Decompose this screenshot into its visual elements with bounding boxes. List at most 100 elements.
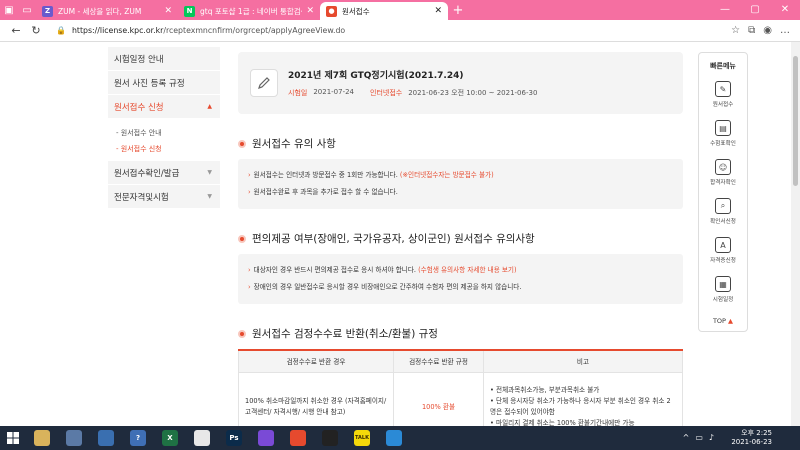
app-icon (194, 430, 210, 446)
taskbar-app[interactable] (186, 426, 218, 450)
sidebar-subitem-apply[interactable]: - 원서접수 신청 (116, 141, 220, 157)
clock-date: 2021-06-23 (731, 438, 772, 446)
close-tab-icon[interactable]: ✕ (164, 6, 172, 16)
reg-label: 인터넷접수 (370, 89, 403, 97)
close-window-button[interactable]: ✕ (770, 0, 800, 20)
taskbar-app[interactable] (250, 426, 282, 450)
tab-actions-icon[interactable]: ▭ (18, 0, 36, 20)
url-field[interactable]: 🔒 https://license.kpc.or.kr /rceptexmncn… (56, 26, 731, 35)
quick-menu-label: 합격자확인 (710, 180, 736, 186)
quick-menu-label: 확인서신청 (710, 219, 736, 225)
quick-menu-item[interactable]: ☺ 합격자확인 (699, 153, 747, 192)
table-header: 검정수수료 반환 경우 (238, 349, 394, 373)
top-button[interactable]: TOP ▲ (699, 309, 747, 325)
app-icon (98, 430, 114, 446)
left-menu: 시험일정 안내 원서 사진 등록 규정 원서접수 신청 ▲ - 원서접수 안내 -… (108, 47, 220, 209)
taskbar-app[interactable] (26, 426, 58, 450)
taskbar-app[interactable]: Ps (218, 426, 250, 450)
taskbar-app[interactable] (314, 426, 346, 450)
close-tab-icon[interactable]: ✕ (306, 6, 314, 16)
close-tab-icon[interactable]: ✕ (434, 6, 442, 16)
tab-label: ZUM - 세상을 읽다, ZUM (58, 6, 142, 16)
network-icon[interactable]: ▭ (695, 433, 703, 442)
system-tray: ^ ▭ ♪ (683, 433, 714, 442)
app-icon (386, 430, 402, 446)
taskbar-app[interactable] (58, 426, 90, 450)
sidebar-submenu: - 원서접수 안내 - 원서접수 신청 (108, 119, 220, 161)
tab-label: gtq 포토샵 1급 : 네이버 통합검색 (200, 6, 303, 16)
lock-icon: 🔒 (56, 26, 66, 35)
quick-menu-item[interactable]: A 자격증신청 (699, 231, 747, 270)
quick-menu-label: 수험표확인 (710, 141, 736, 147)
taskbar-app[interactable]: ? (122, 426, 154, 450)
reg-period: 2021-06-23 오전 10:00 ~ 2021-06-30 (408, 89, 538, 97)
windows-icon (7, 432, 19, 444)
profile-icon[interactable]: ◉ (763, 25, 772, 36)
volume-icon[interactable]: ♪ (709, 433, 714, 442)
quick-menu-item[interactable]: ⌕ 확인서신청 (699, 192, 747, 231)
sidebar-item-schedule[interactable]: 시험일정 안내 (108, 47, 220, 71)
quick-menu-icon: ✎ (715, 81, 731, 97)
start-button[interactable] (0, 426, 26, 450)
scrollbar-thumb[interactable] (793, 56, 798, 186)
taskbar-app[interactable]: TALK (346, 426, 378, 450)
address-bar: ← ↻ 🔒 https://license.kpc.or.kr /rceptex… (0, 20, 800, 42)
app-icon: X (162, 430, 178, 446)
minimize-button[interactable]: — (710, 0, 740, 20)
taskbar-app[interactable]: X (154, 426, 186, 450)
maximize-button[interactable]: ▢ (740, 0, 770, 20)
bullet-icon (238, 139, 246, 148)
app-icon (34, 430, 50, 446)
quick-menu-item[interactable]: ▦ 시험일정 (699, 270, 747, 309)
refund-table: 검정수수료 반환 경우 검정수수료 반환 규정 비고 100% 취소마감일까지 … (238, 349, 683, 426)
quick-menu-label: 원서접수 (712, 102, 734, 108)
more-menu-icon[interactable]: … (780, 25, 790, 36)
url-host: https://license.kpc.or.kr (71, 26, 164, 35)
app-icon (322, 430, 338, 446)
browser-tab[interactable]: Z ZUM - 세상을 읽다, ZUM ✕ (36, 2, 178, 20)
exam-title: 2021년 제7회 GTQ정기시험(2021.7.24) (288, 71, 464, 81)
favorite-star-icon[interactable]: ☆ (731, 25, 740, 36)
sidebar-item-professional[interactable]: 전문자격및시험 ▼ (108, 185, 220, 209)
chevron-up-icon[interactable]: ^ (683, 433, 690, 442)
quick-menu-icon: ☺ (715, 159, 731, 175)
app-icon: ? (130, 430, 146, 446)
arrow-up-icon: ▲ (728, 317, 734, 325)
quick-menu-icon: ⌕ (715, 198, 731, 214)
chevron-down-icon: ▼ (207, 169, 212, 176)
sidebar-item-label: 원서 사진 등록 규정 (114, 78, 185, 89)
table-header-row: 검정수수료 반환 경우 검정수수료 반환 규정 비고 (238, 349, 683, 373)
details-link[interactable]: (수험생 유의사항 자세한 내용 보기) (418, 266, 516, 274)
app-icon (290, 430, 306, 446)
browser-tab[interactable]: ● 원서접수 ✕ (320, 2, 448, 20)
quick-menu-item[interactable]: ✎ 원서접수 (699, 75, 747, 114)
quick-menu-label: 자격증신청 (710, 258, 736, 264)
list-item: 단체 응시자당 취소가 가능하나 응시자 부분 취소인 경우 취소 2명은 접수… (490, 396, 676, 418)
taskbar-app[interactable] (282, 426, 314, 450)
taskbar-app[interactable] (378, 426, 410, 450)
windows-taskbar: ? X Ps TALK ^ ▭ ♪ 오후 2:25 2021-06-23 (0, 426, 800, 450)
sidebar-item-photo-rules[interactable]: 원서 사진 등록 규정 (108, 71, 220, 95)
sidebar-item-label: 원서접수확인/발급 (114, 168, 180, 179)
new-tab-button[interactable]: + (448, 2, 468, 20)
page-scrollbar[interactable] (791, 42, 800, 426)
notice-box-1: › 원서접수는 인터넷과 방문접수 중 1회만 가능합니다. (※인터넷접수자는 … (238, 159, 683, 209)
chevron-right-icon: › (248, 188, 251, 196)
sidebar-item-apply[interactable]: 원서접수 신청 ▲ (108, 95, 220, 119)
refresh-button[interactable]: ↻ (26, 24, 46, 37)
clock[interactable]: 오후 2:25 2021-06-23 (731, 429, 772, 447)
sidebar-subitem-guide[interactable]: - 원서접수 안내 (116, 125, 220, 141)
bullet-icon (238, 234, 246, 243)
back-button[interactable]: ← (6, 24, 26, 37)
exam-info-box: 2021년 제7회 GTQ정기시험(2021.7.24) 시험일 2021-07… (238, 52, 683, 114)
chevron-right-icon: › (248, 283, 251, 291)
browser-tab[interactable]: Ngtq 포토샵 1급 : 네이버 통합검색 ✕ (178, 2, 320, 20)
quick-menu: 빠른메뉴 ✎ 원서접수 ▤ 수험표확인 ☺ 합격자확인 ⌕ 확인서신청 A 자격증신청 ▦ 시험일정 … (698, 52, 748, 332)
clock-time: 오후 2:25 (741, 429, 772, 437)
workspaces-icon[interactable]: ▣ (0, 0, 18, 20)
sidebar-item-confirm[interactable]: 원서접수확인/발급 ▼ (108, 161, 220, 185)
collections-icon[interactable]: ⧉ (748, 25, 755, 36)
taskbar-app[interactable] (90, 426, 122, 450)
quick-menu-item[interactable]: ▤ 수험표확인 (699, 114, 747, 153)
quick-menu-icon: A (715, 237, 731, 253)
